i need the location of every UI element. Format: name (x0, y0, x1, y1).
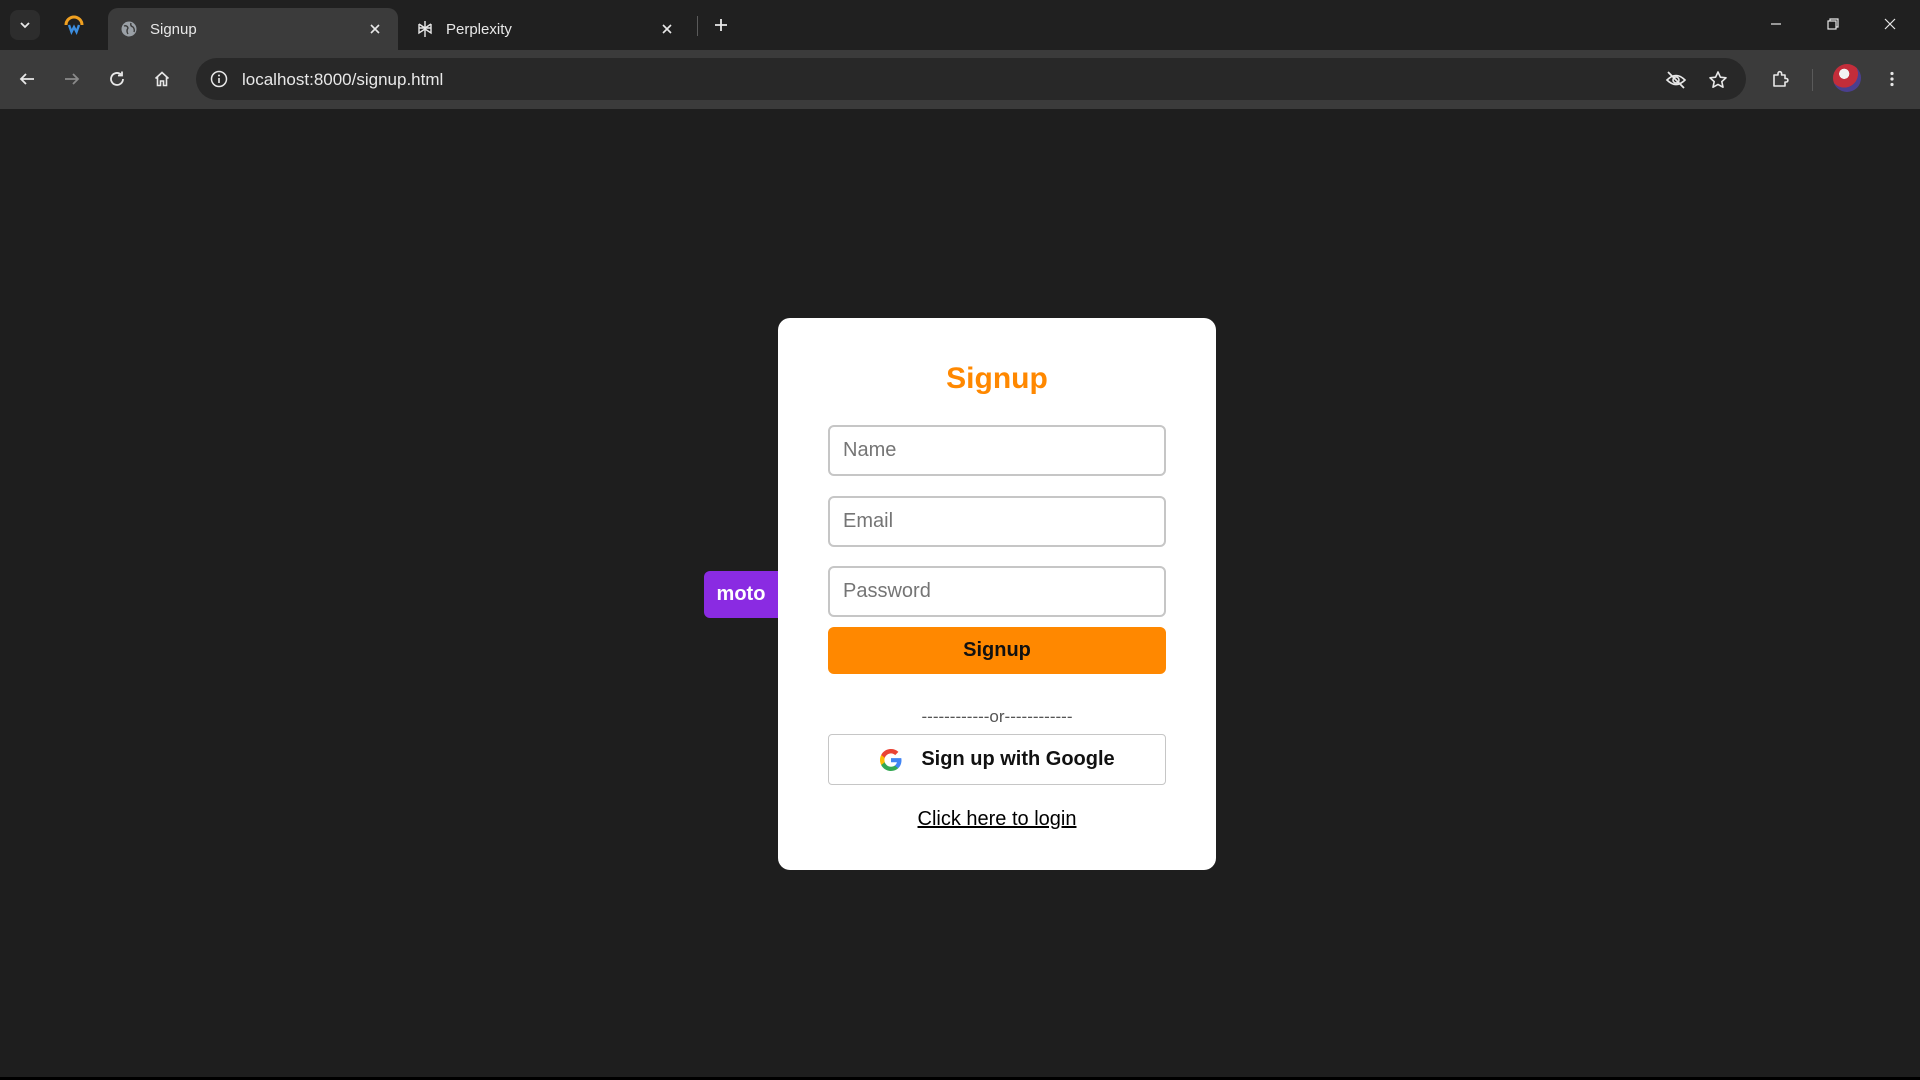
login-link[interactable]: Click here to login (778, 808, 1216, 831)
back-button[interactable] (12, 64, 42, 94)
tab-signup[interactable]: Signup (108, 8, 398, 50)
star-icon (1709, 71, 1727, 88)
google-signup-label: Sign up with Google (921, 748, 1115, 770)
close-icon (1884, 18, 1896, 30)
more-vert-icon (1890, 71, 1894, 87)
tab-title: Signup (150, 20, 197, 38)
globe-icon (120, 20, 138, 38)
signup-card: Signup Signup ------------or------------… (778, 318, 1216, 870)
restore-icon (1827, 18, 1839, 30)
arrow-right-icon (65, 73, 80, 85)
new-tab-button[interactable] (708, 12, 734, 38)
close-tab-icon[interactable] (364, 18, 386, 40)
perplexity-icon (416, 20, 434, 38)
signup-title: Signup (946, 362, 1048, 395)
site-info-button[interactable] (204, 64, 234, 94)
tab-separator (697, 16, 698, 36)
toolbar-separator (1812, 69, 1813, 91)
google-signup-button[interactable]: Sign up with Google (828, 734, 1166, 785)
tab-search-button[interactable] (10, 10, 40, 40)
minimize-button[interactable] (1754, 8, 1798, 40)
close-window-button[interactable] (1868, 8, 1912, 40)
home-icon (154, 71, 170, 87)
forward-button[interactable] (57, 64, 87, 94)
address-bar[interactable]: localhost:8000/signup.html (196, 58, 1746, 100)
info-icon (210, 70, 228, 88)
menu-button[interactable] (1877, 64, 1907, 94)
tracking-protection-button[interactable] (1662, 66, 1690, 94)
url-text[interactable]: localhost:8000/signup.html (242, 70, 443, 90)
bookmark-button[interactable] (1704, 66, 1732, 94)
signup-button[interactable]: Signup (828, 627, 1166, 674)
pinned-tab[interactable] (60, 12, 88, 38)
chevron-down-icon (20, 22, 30, 29)
arrow-left-icon (19, 73, 34, 85)
password-field[interactable] (828, 566, 1166, 617)
reload-icon (110, 71, 124, 86)
browser-toolbar: localhost:8000/signup.html (0, 50, 1920, 109)
name-field[interactable] (828, 425, 1166, 476)
eye-slash-icon (1665, 71, 1687, 89)
google-icon (880, 748, 902, 771)
pinned-site-icon (64, 15, 84, 36)
moto-badge[interactable]: moto (704, 571, 778, 618)
tab-title: Perplexity (446, 20, 512, 38)
tab-bar: Signup Perplexity (0, 0, 1920, 50)
extensions-button[interactable] (1766, 64, 1796, 94)
plus-icon (715, 19, 727, 31)
tab-perplexity[interactable]: Perplexity (404, 8, 690, 50)
or-divider: ------------or------------ (921, 707, 1073, 726)
puzzle-icon (1773, 70, 1789, 87)
minimize-icon (1771, 23, 1781, 25)
profile-avatar[interactable] (1833, 64, 1861, 92)
close-tab-icon[interactable] (656, 18, 678, 40)
home-button[interactable] (147, 64, 177, 94)
reload-button[interactable] (102, 64, 132, 94)
page-viewport: moto Signup Signup ------------or-------… (0, 109, 1920, 1080)
email-field[interactable] (828, 496, 1166, 547)
restore-button[interactable] (1811, 8, 1855, 40)
